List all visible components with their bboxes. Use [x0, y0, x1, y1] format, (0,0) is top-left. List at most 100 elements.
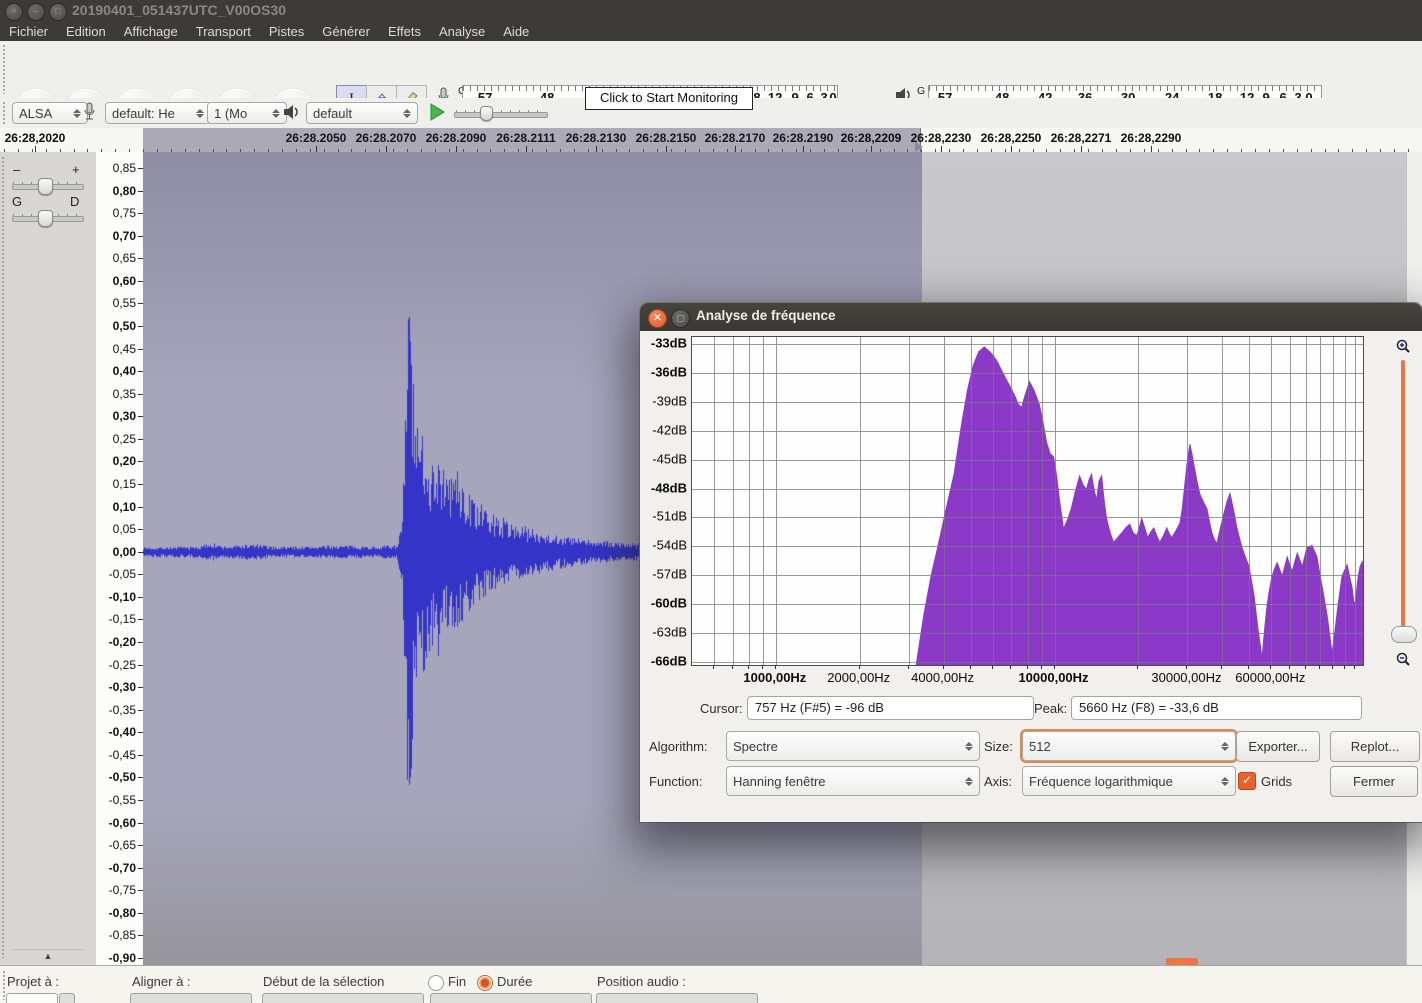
axis-select[interactable]: Fréquence logarithmique: [1022, 766, 1236, 796]
play-speed-slider[interactable]: [454, 112, 548, 118]
recording-channels-select[interactable]: 1 (Mo: [207, 102, 287, 124]
hz-axis-tick: [1289, 665, 1290, 669]
size-select[interactable]: 512: [1022, 731, 1236, 761]
dialog-maximize-icon[interactable]: ▢: [671, 309, 690, 328]
menu-item-transport[interactable]: Transport: [187, 22, 260, 41]
toolbar-gripper[interactable]: [2, 101, 7, 125]
panel-scroll-up-button[interactable]: ▲: [12, 949, 84, 963]
pan-left-label: G: [12, 194, 22, 209]
spectrum-zoom-thumb[interactable]: [1391, 626, 1417, 643]
project-rate-input[interactable]: [6, 993, 58, 1003]
db-tick-label: -57dB: [641, 567, 687, 582]
export-button[interactable]: Exporter...: [1236, 731, 1320, 762]
spinner-arrows-icon: [272, 109, 280, 118]
grids-checkbox[interactable]: ✓: [1238, 772, 1256, 790]
play-at-speed-button[interactable]: [428, 102, 446, 122]
horizontal-scrollbar-thumb[interactable]: [1166, 958, 1198, 965]
toolbar-gripper[interactable]: [2, 44, 7, 94]
amplitude-label: 0,50: [113, 319, 136, 333]
spinner-arrows-icon: [196, 109, 204, 118]
audio-position-field[interactable]: [596, 993, 758, 1003]
replot-button[interactable]: Replot...: [1330, 731, 1420, 762]
pan-right-label: D: [70, 194, 79, 209]
amplitude-label: -0,05: [109, 567, 136, 581]
end-radio-label: Fin: [448, 974, 466, 989]
hz-axis-tick: [1186, 665, 1187, 669]
dialog-title: Analyse de fréquence: [696, 308, 836, 323]
spinner-arrows-icon: [965, 777, 973, 786]
spectrum-zoom-slider[interactable]: [1401, 360, 1405, 632]
hz-axis-tick: [992, 665, 993, 669]
amplitude-label: -0,75: [109, 883, 136, 897]
hz-tick-label: 1000,00Hz: [743, 670, 806, 685]
db-tick-label: -48dB: [641, 480, 687, 495]
snap-to-select[interactable]: [130, 993, 252, 1003]
close-dialog-button[interactable]: Fermer: [1330, 766, 1418, 797]
recording-device-select-value: default: He: [112, 106, 175, 121]
menu-item-aide[interactable]: Aide: [494, 22, 538, 41]
duration-radio[interactable]: [477, 975, 493, 991]
spectrum-plot[interactable]: [691, 336, 1364, 666]
algorithm-select[interactable]: Spectre: [726, 731, 980, 761]
amplitude-ruler[interactable]: 0,850,800,750,700,650,600,550,500,450,40…: [96, 152, 144, 965]
function-select[interactable]: Hanning fenêtre: [726, 766, 980, 796]
window-maximize-icon[interactable]: □: [49, 3, 67, 21]
hz-axis-tick: [943, 665, 944, 669]
amplitude-label: 0,20: [113, 454, 136, 468]
pan-slider-thumb[interactable]: [38, 210, 53, 227]
hz-axis-tick: [1027, 665, 1028, 669]
gain-slider-thumb[interactable]: [38, 178, 53, 195]
timeline-label: 26:28.2190: [773, 131, 834, 145]
hz-axis-tick: [1041, 665, 1042, 669]
project-rate-spinner[interactable]: [59, 993, 75, 1003]
audio-host-select-value: ALSA: [19, 106, 52, 121]
db-tick-label: -42dB: [641, 422, 687, 437]
hz-axis-tick: [1054, 665, 1055, 669]
zoom-out-icon[interactable]: [1395, 652, 1411, 668]
timeline-label: 26:28.2130: [566, 131, 627, 145]
hz-axis-tick: [748, 665, 749, 669]
amplitude-label: 0,30: [113, 409, 136, 423]
amplitude-label: 0,45: [113, 342, 136, 356]
dialog-titlebar[interactable]: ✕ ▢ Analyse de fréquence: [640, 303, 1422, 331]
db-tick-label: -39dB: [641, 393, 687, 408]
menu-item-generer[interactable]: Générer: [313, 22, 379, 41]
menu-item-analyse[interactable]: Analyse: [430, 22, 494, 41]
hz-axis-tick: [1221, 665, 1222, 669]
hz-axis-tick: [1137, 665, 1138, 669]
timeline-label: 26:28.2170: [705, 131, 766, 145]
zoom-in-icon[interactable]: [1395, 339, 1411, 355]
timeline-label: 26:28.2090: [426, 131, 487, 145]
timeline-label: 26:28,2290: [1121, 131, 1182, 145]
menu-item-effets[interactable]: Effets: [379, 22, 430, 41]
amplitude-label: -0,70: [109, 861, 136, 875]
playback-device-select[interactable]: default: [306, 102, 418, 124]
window-close-icon[interactable]: ×: [5, 3, 23, 21]
timeline-ruler[interactable]: 26:28,202026:28.205026:28.207026:28.2090…: [0, 128, 1422, 153]
hz-axis-tick: [1270, 665, 1271, 669]
menu-item-fichier[interactable]: Fichier: [0, 22, 57, 41]
duration-field[interactable]: [430, 993, 592, 1003]
recording-device-select[interactable]: default: He: [105, 102, 211, 124]
dialog-close-icon[interactable]: ✕: [648, 309, 667, 328]
track-control-panel[interactable]: – + G D ▲: [0, 152, 97, 965]
window-titlebar[interactable]: × – □ 20190401_051437UTC_V00OS30: [0, 0, 1422, 22]
hz-tick-label: 30000,00Hz: [1151, 670, 1221, 685]
play-speed-thumb[interactable]: [480, 106, 493, 121]
track-gripper[interactable]: [1, 156, 6, 958]
spinner-arrows-icon: [1221, 742, 1229, 751]
menu-item-edition[interactable]: Edition: [57, 22, 115, 41]
amplitude-label: 0,80: [113, 184, 136, 198]
project-rate-label: Projet à :: [7, 974, 59, 989]
hz-axis-tick: [732, 665, 733, 669]
db-tick-label: -36dB: [641, 364, 687, 379]
menu-item-affichage[interactable]: Affichage: [115, 22, 187, 41]
menu-item-pistes[interactable]: Pistes: [260, 22, 313, 41]
audacity-window: × – □ 20190401_051437UTC_V00OS30 Fichier…: [0, 0, 1422, 1003]
end-radio[interactable]: [428, 975, 444, 991]
audio-host-select[interactable]: ALSA: [12, 102, 88, 124]
monitoring-tooltip[interactable]: Click to Start Monitoring: [585, 87, 753, 110]
selection-start-field[interactable]: [262, 993, 424, 1003]
window-minimize-icon[interactable]: –: [27, 3, 45, 21]
selection-edge-marker[interactable]: [915, 142, 923, 152]
